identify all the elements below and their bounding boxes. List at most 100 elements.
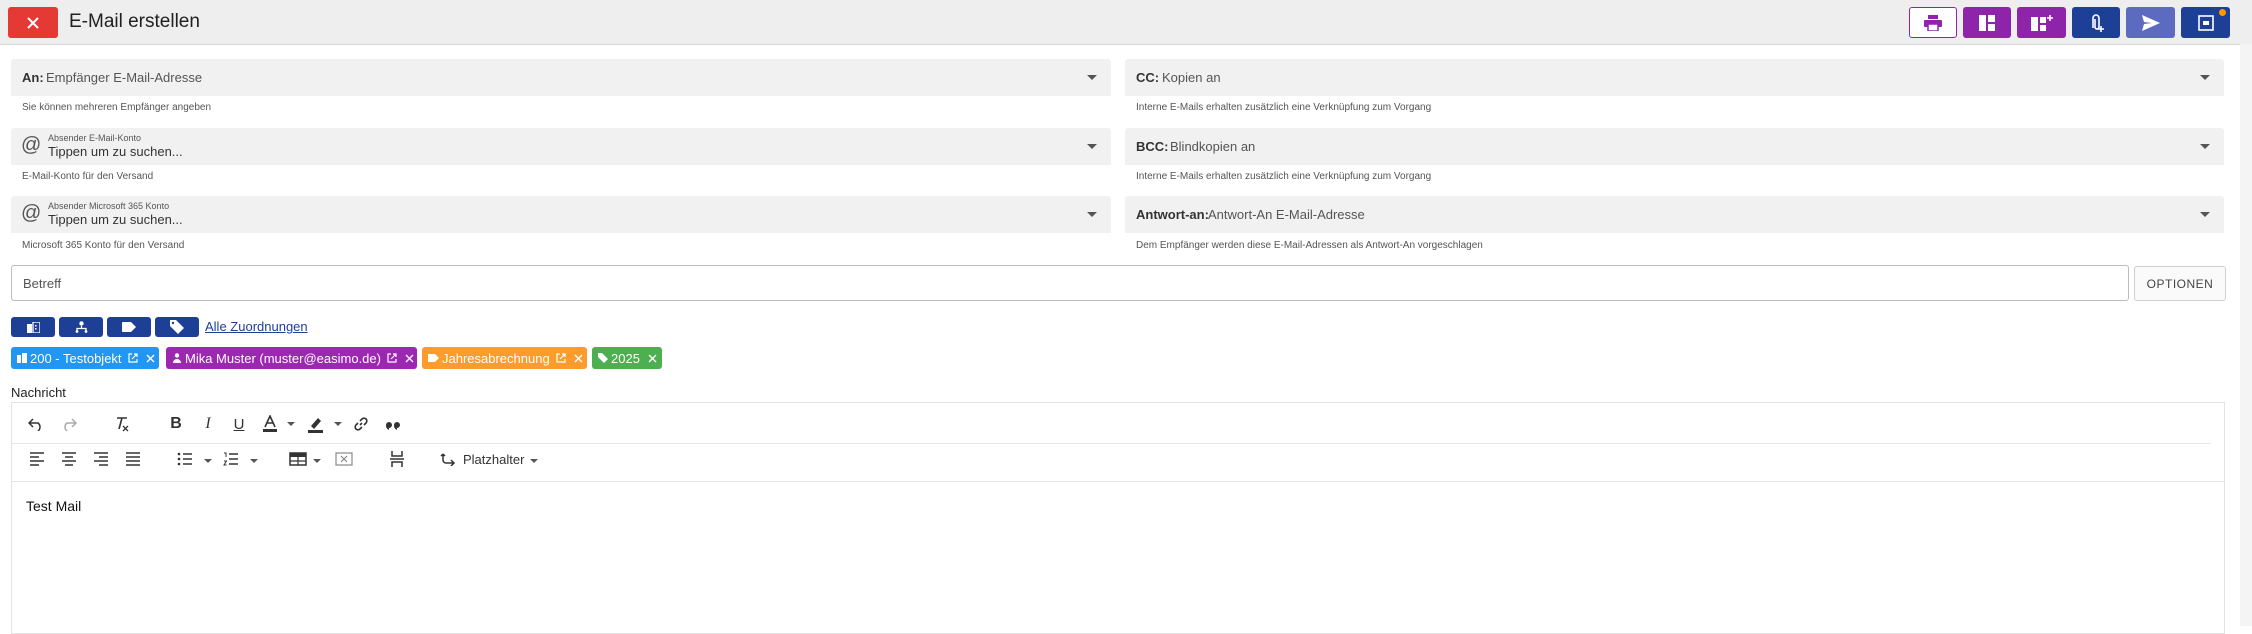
chip-property[interactable]: 200 - Testobjekt bbox=[11, 347, 159, 369]
sender-account-hint: E-Mail-Konto für den Versand bbox=[22, 171, 154, 182]
placeholder-menu[interactable]: Platzhalter bbox=[463, 452, 524, 467]
blockquote-icon[interactable] bbox=[383, 414, 403, 434]
remove-chip-icon[interactable] bbox=[146, 354, 155, 363]
to-label: An: bbox=[22, 70, 44, 85]
chip-label-label: Jahresabrechnung bbox=[442, 350, 550, 366]
assign-person-button[interactable] bbox=[59, 317, 103, 337]
italic-icon[interactable]: I bbox=[198, 414, 218, 434]
subject-input[interactable]: Betreff bbox=[11, 265, 2129, 301]
cc-label: CC: bbox=[1136, 70, 1160, 85]
assign-label-button[interactable] bbox=[107, 317, 151, 337]
remove-chip-icon[interactable] bbox=[574, 354, 583, 363]
reply-to-input[interactable]: Antwort-An E-Mail-Adresse bbox=[1208, 207, 1365, 222]
send-button[interactable] bbox=[2126, 7, 2175, 38]
chip-property-label: 200 - Testobjekt bbox=[30, 350, 122, 366]
highlight-color-icon[interactable] bbox=[305, 413, 327, 435]
chevron-down-icon[interactable] bbox=[287, 422, 295, 426]
chevron-down-icon[interactable] bbox=[334, 422, 342, 426]
chevron-down-icon[interactable] bbox=[204, 459, 212, 463]
ms365-account-hint: Microsoft 365 Konto für den Versand bbox=[22, 240, 185, 251]
chevron-down-icon[interactable] bbox=[250, 459, 258, 463]
table-icon[interactable] bbox=[288, 450, 308, 468]
page-break-icon[interactable] bbox=[387, 449, 407, 469]
link-icon[interactable] bbox=[351, 414, 371, 434]
placeholder-icon[interactable] bbox=[438, 450, 458, 468]
at-icon: @ bbox=[21, 202, 42, 224]
bullet-list-icon[interactable] bbox=[176, 450, 194, 468]
attachment-button[interactable] bbox=[2072, 7, 2120, 38]
ms365-account-label: Absender Microsoft 365 Konto bbox=[48, 201, 170, 211]
chevron-down-icon[interactable] bbox=[530, 459, 538, 463]
remove-table-icon[interactable] bbox=[334, 450, 354, 468]
layout-button[interactable] bbox=[1963, 7, 2011, 38]
numbered-list-icon[interactable] bbox=[222, 450, 240, 468]
bold-icon[interactable]: B bbox=[166, 414, 186, 434]
to-hint: Sie können mehreren Empfänger angeben bbox=[22, 102, 212, 113]
align-justify-icon[interactable] bbox=[124, 450, 142, 468]
layout-icon bbox=[1979, 14, 1995, 31]
page-title: E-Mail erstellen bbox=[69, 11, 200, 32]
sender-account-input[interactable]: Tippen um zu suchen... bbox=[48, 144, 183, 159]
clear-format-icon[interactable] bbox=[112, 414, 132, 434]
label-icon bbox=[428, 354, 439, 362]
sender-account-label: Absender E-Mail-Konto bbox=[48, 133, 142, 143]
building-icon bbox=[17, 353, 27, 363]
external-link-icon[interactable] bbox=[127, 353, 138, 363]
message-label: Nachricht bbox=[11, 385, 66, 400]
remove-chip-icon[interactable] bbox=[405, 354, 414, 363]
person-hierarchy-icon bbox=[75, 321, 87, 333]
print-button[interactable] bbox=[1909, 7, 1957, 38]
chip-person[interactable]: Mika Muster (muster@easimo.de) bbox=[166, 347, 417, 369]
reply-to-field[interactable]: Antwort-an: Antwort-An E-Mail-Adresse bbox=[1125, 196, 2224, 233]
building-icon bbox=[26, 321, 40, 333]
remove-chip-icon[interactable] bbox=[648, 354, 657, 363]
ms365-account-input[interactable]: Tippen um zu suchen... bbox=[48, 212, 183, 227]
toolbar-divider bbox=[11, 443, 2211, 444]
layout-add-icon bbox=[2030, 14, 2053, 31]
chip-label[interactable]: Jahresabrechnung bbox=[422, 347, 587, 369]
add-layout-button[interactable] bbox=[2017, 7, 2066, 38]
tags-icon bbox=[598, 353, 608, 363]
notification-dot-icon bbox=[2219, 9, 2226, 16]
message-content[interactable]: Test Mail bbox=[26, 498, 81, 514]
undo-icon[interactable] bbox=[26, 414, 46, 434]
chevron-down-icon[interactable] bbox=[313, 459, 321, 463]
align-center-icon[interactable] bbox=[60, 450, 78, 468]
external-link-icon[interactable] bbox=[556, 353, 566, 363]
chevron-down-icon[interactable] bbox=[2200, 144, 2210, 149]
reply-to-label: Antwort-an: bbox=[1136, 207, 1209, 222]
align-left-icon[interactable] bbox=[28, 450, 46, 468]
label-icon bbox=[122, 322, 136, 332]
cc-input[interactable]: Kopien an bbox=[1162, 70, 1221, 85]
all-assignments-link[interactable]: Alle Zuordnungen bbox=[205, 319, 308, 334]
to-input[interactable]: Empfänger E-Mail-Adresse bbox=[46, 70, 202, 85]
chevron-down-icon[interactable] bbox=[2200, 75, 2210, 80]
bcc-field[interactable]: BCC: Blindkopien an bbox=[1125, 128, 2224, 165]
text-color-icon[interactable] bbox=[259, 413, 281, 435]
chevron-down-icon[interactable] bbox=[1087, 212, 1097, 217]
to-field[interactable]: An: Empfänger E-Mail-Adresse bbox=[11, 59, 1111, 96]
save-draft-button[interactable] bbox=[2181, 7, 2230, 38]
chevron-down-icon[interactable] bbox=[1087, 144, 1097, 149]
external-link-icon[interactable] bbox=[387, 353, 397, 363]
print-icon bbox=[1924, 14, 1942, 31]
redo-icon[interactable] bbox=[59, 414, 79, 434]
bcc-input[interactable]: Blindkopien an bbox=[1170, 139, 1255, 154]
underline-icon[interactable]: U bbox=[229, 414, 249, 434]
ms365-account-field[interactable]: @ Absender Microsoft 365 Konto Tippen um… bbox=[11, 196, 1111, 233]
cc-hint: Interne E-Mails erhalten zusätzlich eine… bbox=[1136, 102, 1432, 113]
sender-account-field[interactable]: @ Absender E-Mail-Konto Tippen um zu suc… bbox=[11, 128, 1111, 165]
close-icon bbox=[27, 16, 39, 29]
assign-property-button[interactable] bbox=[11, 317, 55, 337]
subject-placeholder: Betreff bbox=[23, 276, 62, 291]
cc-field[interactable]: CC: Kopien an bbox=[1125, 59, 2224, 96]
align-right-icon[interactable] bbox=[92, 450, 110, 468]
message-editor[interactable] bbox=[11, 402, 2225, 634]
close-button[interactable] bbox=[8, 7, 58, 38]
chevron-down-icon[interactable] bbox=[2200, 212, 2210, 217]
chevron-down-icon[interactable] bbox=[1087, 75, 1097, 80]
assign-tag-button[interactable] bbox=[155, 317, 199, 337]
scrollbar[interactable] bbox=[2240, 44, 2252, 626]
chip-tag[interactable]: 2025 bbox=[592, 347, 662, 369]
options-button[interactable]: OPTIONEN bbox=[2134, 266, 2226, 301]
